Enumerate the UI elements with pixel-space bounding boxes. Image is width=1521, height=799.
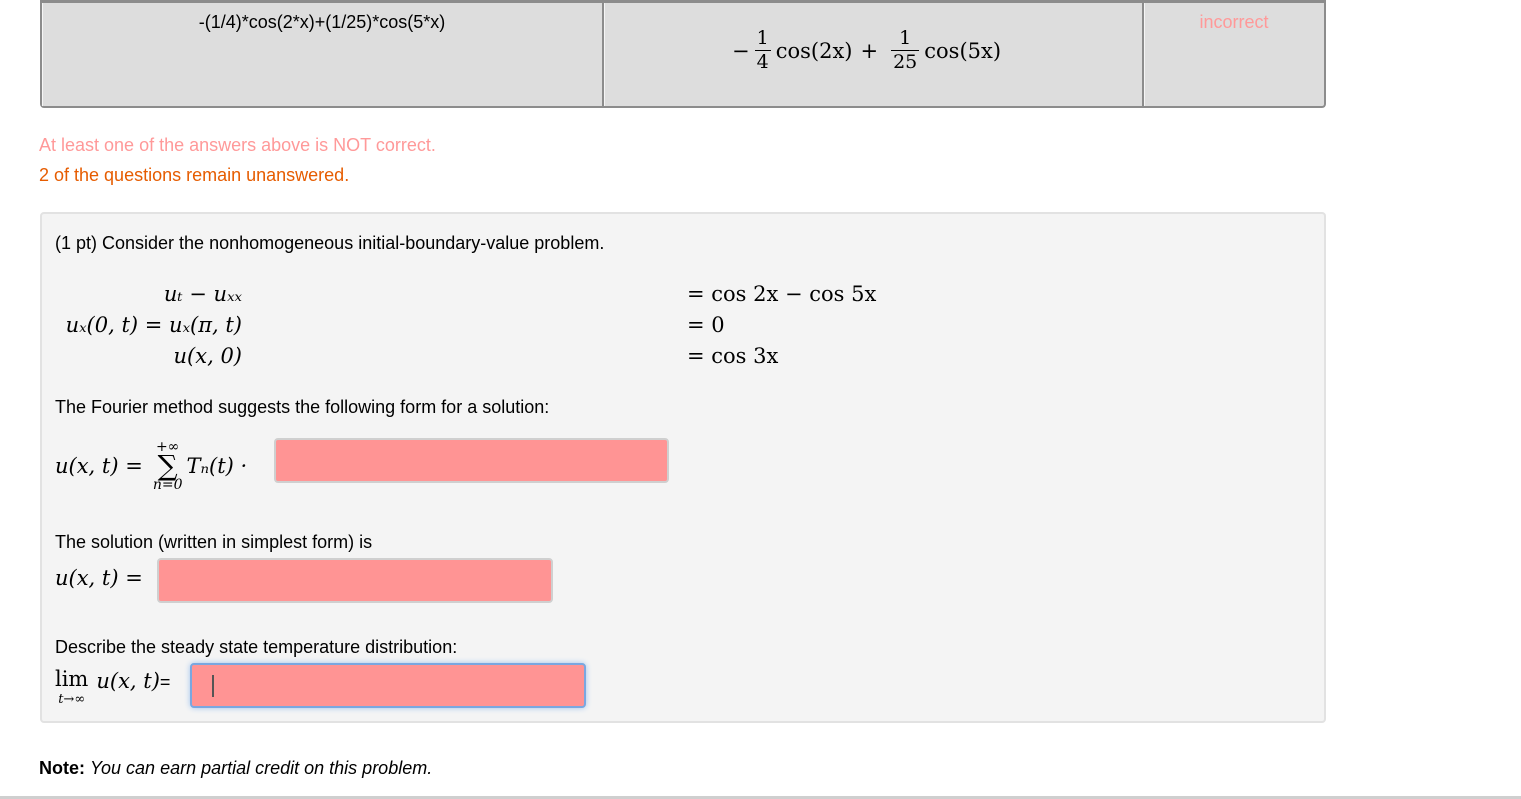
- fourier-lhs: u(x, t) =: [55, 454, 143, 478]
- unanswered-message: 2 of the questions remain unanswered.: [39, 165, 350, 185]
- entered-answer-text: -(1/4)*cos(2*x)+(1/25)*cos(5*x): [198, 12, 446, 32]
- equation-rhs: = 0: [687, 313, 725, 337]
- answer-preview-cell: − 1 4 cos(2x) + 1 25 cos(5x): [604, 0, 1144, 106]
- lim-equals: =: [159, 672, 171, 692]
- preview-sign: −: [732, 38, 750, 63]
- fourier-series-form: u(x, t) = +∞ ∑ n=0 Tₙ(t) ·: [55, 440, 247, 492]
- steady-state-prompt: Describe the steady state temperature di…: [55, 637, 458, 657]
- fourier-prompt: The Fourier method suggests the followin…: [55, 397, 550, 417]
- lim-word: lim: [55, 667, 89, 691]
- solution-lhs: u(x, t) =: [55, 566, 143, 590]
- problem-intro: (1 pt) Consider the nonhomogeneous initi…: [55, 233, 605, 253]
- equation-lhs: uₓ(0, t) = uₓ(π, t): [65, 313, 242, 337]
- solution-prompt: The solution (written in simplest form) …: [55, 532, 373, 552]
- not-correct-message: At least one of the answers above is NOT…: [39, 135, 436, 155]
- equation-lhs: uₜ − uₓₓ: [163, 282, 242, 306]
- summation: +∞ ∑ n=0: [153, 440, 183, 492]
- preview-term-1: cos(2x): [775, 38, 853, 63]
- limit-expression: lim t→∞ u(x, t) =: [55, 667, 171, 707]
- note-text: You can earn partial credit on this prob…: [90, 758, 433, 778]
- problem-box: (1 pt) Consider the nonhomogeneous initi…: [40, 212, 1326, 723]
- sum-lower-limit: n=0: [152, 477, 183, 493]
- preview-plus: +: [860, 38, 879, 63]
- text-cursor: [212, 675, 214, 697]
- answer-results-table: -(1/4)*cos(2*x)+(1/25)*cos(5*x) − 1 4 co…: [40, 0, 1326, 108]
- solution-answer-input[interactable]: [157, 558, 553, 603]
- preview-fraction-1: 1 4: [754, 27, 771, 73]
- sum-term: Tₙ(t) ·: [186, 454, 248, 478]
- result-status-text: incorrect: [1199, 12, 1269, 32]
- lim-function: u(x, t): [96, 669, 160, 693]
- equation-rhs: = cos 2x − cos 5x: [687, 282, 877, 306]
- lim-subscript: t→∞: [58, 692, 86, 707]
- fraction-denominator: 4: [754, 50, 771, 73]
- sigma-icon: ∑: [157, 449, 178, 482]
- note-label: Note:: [39, 758, 85, 778]
- preview-term-2: cos(5x): [924, 38, 1002, 63]
- limit-operator: lim t→∞: [55, 667, 89, 707]
- steady-state-answer-input[interactable]: [190, 663, 586, 708]
- fraction-numerator: 1: [899, 27, 912, 49]
- eigenfunction-answer-input[interactable]: [274, 438, 669, 483]
- equation-rhs: = cos 3x: [687, 344, 779, 368]
- preview-fraction-2: 1 25: [891, 27, 920, 73]
- fraction-numerator: 1: [756, 27, 769, 49]
- result-status-cell: incorrect: [1144, 0, 1324, 106]
- fraction-denominator: 25: [891, 50, 920, 73]
- partial-credit-note: Note: You can earn partial credit on thi…: [39, 758, 432, 779]
- answer-preview-math: − 1 4 cos(2x) + 1 25 cos(5x): [732, 29, 1001, 72]
- entered-answer-cell: -(1/4)*cos(2*x)+(1/25)*cos(5*x): [42, 0, 604, 106]
- equation-lhs: u(x, 0): [173, 344, 242, 368]
